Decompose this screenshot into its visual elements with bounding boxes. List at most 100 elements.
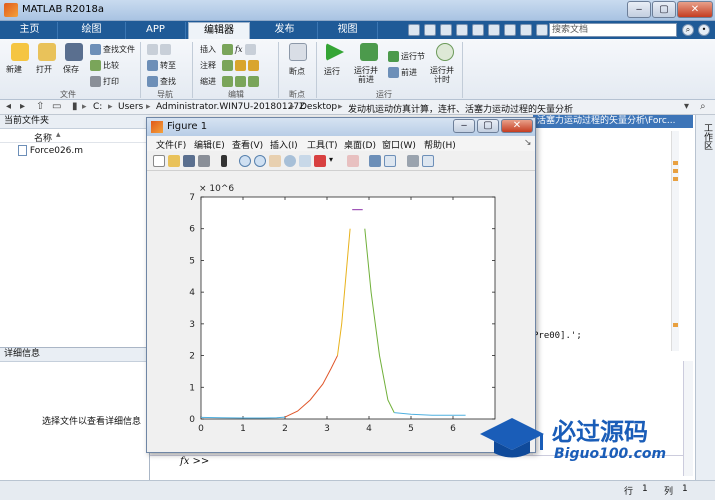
x-tick-label: 6 [450, 424, 456, 434]
path-segment[interactable]: 发动机运动仿真计算，连杆、活塞力运动过程的矢量分析 [348, 102, 573, 115]
menu-file[interactable]: 文件(F) [156, 138, 186, 151]
path-segment[interactable]: Desktop [300, 102, 337, 112]
tab-publish[interactable]: 发布 [252, 22, 318, 39]
cut-quick-icon[interactable] [424, 24, 436, 36]
menu-window[interactable]: 窗口(W) [382, 138, 416, 151]
file-list-header[interactable]: 名称 ▴ [0, 129, 150, 144]
search-icon[interactable]: ⌕ [682, 24, 694, 36]
redo-quick-icon[interactable] [488, 24, 500, 36]
minimize-button[interactable]: ‒ [627, 1, 651, 18]
code-marker [673, 161, 678, 165]
open-folder-icon[interactable] [38, 43, 56, 61]
figure-window[interactable]: Figure 1 ‒ ▢ ✕ 文件(F) 编辑(E) 查看(V) 插入(I) 工… [146, 117, 536, 453]
show-plot-tools-icon[interactable] [422, 155, 434, 167]
figure-maximize-button[interactable]: ▢ [477, 119, 499, 133]
figure-close-button[interactable]: ✕ [501, 119, 533, 133]
run-play-icon[interactable] [326, 43, 344, 61]
new-button[interactable]: 新建 [6, 64, 22, 75]
menu-edit[interactable]: 编辑(E) [194, 138, 225, 151]
advance-button[interactable]: 前进 [388, 67, 417, 78]
tab-view[interactable]: 视图 [318, 22, 378, 39]
zoom-out-icon[interactable] [254, 155, 266, 167]
save-quick-icon[interactable] [408, 24, 420, 36]
save-disk-icon[interactable] [65, 43, 83, 61]
comment-button[interactable]: 注释 [200, 60, 216, 71]
compare-button[interactable]: 比较 [90, 60, 119, 71]
menu-tools[interactable]: 工具(T) [307, 138, 338, 151]
undo-quick-icon[interactable] [472, 24, 484, 36]
edit-plot-arrow-icon[interactable] [221, 155, 227, 167]
find-files-button[interactable]: 查找文件 [90, 44, 135, 55]
new-file-icon[interactable] [11, 43, 29, 61]
bell-icon[interactable]: • [698, 24, 710, 36]
tab-editor[interactable]: 编辑器 [188, 22, 250, 39]
hide-plot-tools-icon[interactable] [407, 155, 419, 167]
run-button[interactable]: 运行 [324, 66, 340, 77]
run-and-time-icon[interactable] [436, 43, 454, 61]
run-section-button[interactable]: 运行节 [388, 51, 425, 62]
editor-file-header[interactable]: 活塞力运动过程的矢量分析\Forc... [533, 115, 693, 128]
name-column-header[interactable]: 名称 [34, 131, 52, 144]
new-figure-icon[interactable] [153, 155, 165, 167]
breakpoints-button[interactable]: 断点 [289, 66, 305, 77]
paste-quick-icon[interactable] [456, 24, 468, 36]
open-file-icon[interactable] [168, 155, 180, 167]
rotate-3d-icon[interactable] [284, 155, 296, 167]
menu-desktop[interactable]: 桌面(D) [344, 138, 376, 151]
copy-quick-icon[interactable] [440, 24, 452, 36]
find-button[interactable]: 查找 [147, 76, 176, 87]
insert-button[interactable]: 插入 [200, 44, 216, 55]
path-segment[interactable]: Users [118, 102, 143, 112]
run-and-time-button[interactable]: 运行并 计时 [430, 66, 454, 84]
path-segment[interactable]: Administrator.WIN7U-20180127Z [156, 102, 305, 112]
maximize-button[interactable]: ▢ [652, 1, 676, 18]
address-search-icon[interactable]: ⌕ [700, 101, 706, 112]
brush-icon[interactable] [314, 155, 326, 167]
print-figure-icon[interactable] [198, 155, 210, 167]
save-figure-icon[interactable] [183, 155, 195, 167]
insert-colorbar-icon[interactable] [369, 155, 381, 167]
workspace-side-tab[interactable]: 工作区 [695, 115, 715, 480]
path-segment[interactable]: C: [93, 102, 102, 112]
menu-insert[interactable]: 插入(I) [270, 138, 298, 151]
menu-help[interactable]: 帮助(H) [424, 138, 456, 151]
figure-minimize-button[interactable]: ‒ [453, 119, 475, 133]
menu-view[interactable]: 查看(V) [232, 138, 263, 151]
close-button[interactable]: ✕ [677, 1, 713, 18]
switch-window-icon[interactable] [504, 24, 516, 36]
figure-matlab-icon [151, 121, 163, 133]
open-button[interactable]: 打开 [36, 64, 52, 75]
file-list-item[interactable]: Force026.m [18, 145, 138, 158]
browse-folder-icon[interactable]: ▭ [52, 101, 61, 112]
address-dropdown-icon[interactable]: ▾ [684, 101, 689, 112]
search-documentation-input[interactable]: 搜索文档 [549, 23, 677, 37]
tab-home[interactable]: 主页 [2, 22, 58, 39]
folder-up-icon[interactable]: ⇧ [36, 101, 44, 112]
menu-dock-arrow-icon[interactable]: ↘ [524, 138, 532, 148]
back-arrow-icon[interactable]: ◂ [6, 101, 11, 112]
indent-button[interactable]: 缩进 [200, 76, 216, 87]
edit-tool-icons-row3[interactable] [222, 76, 261, 87]
insert-legend-icon[interactable] [384, 155, 396, 167]
breakpoints-icon[interactable] [289, 43, 307, 61]
forward-arrow-icon[interactable]: ▸ [20, 101, 25, 112]
save-button[interactable]: 保存 [63, 64, 79, 75]
data-cursor-icon[interactable] [299, 155, 311, 167]
brush-dropdown-icon[interactable]: ▾ [329, 155, 341, 167]
tab-apps[interactable]: APP [126, 22, 186, 39]
link-plot-icon[interactable] [347, 155, 359, 167]
nav-back-forward-icons[interactable] [147, 44, 173, 55]
dropdown-quick-icon[interactable] [536, 24, 548, 36]
run-advance-icon[interactable] [360, 43, 378, 61]
goto-button[interactable]: 转至 [147, 60, 176, 71]
tab-plots[interactable]: 绘图 [58, 22, 126, 39]
run-and-advance-button[interactable]: 运行并 前进 [354, 66, 378, 84]
help-quick-icon[interactable] [520, 24, 532, 36]
edit-tool-icons-row2[interactable] [222, 60, 261, 71]
pan-hand-icon[interactable] [269, 155, 281, 167]
figure-titlebar[interactable]: Figure 1 ‒ ▢ ✕ [147, 118, 535, 136]
zoom-in-icon[interactable] [239, 155, 251, 167]
print-button[interactable]: 打印 [90, 76, 119, 87]
edit-tool-icons-row1[interactable]: fx [222, 44, 258, 55]
find-files-icon [90, 44, 101, 55]
